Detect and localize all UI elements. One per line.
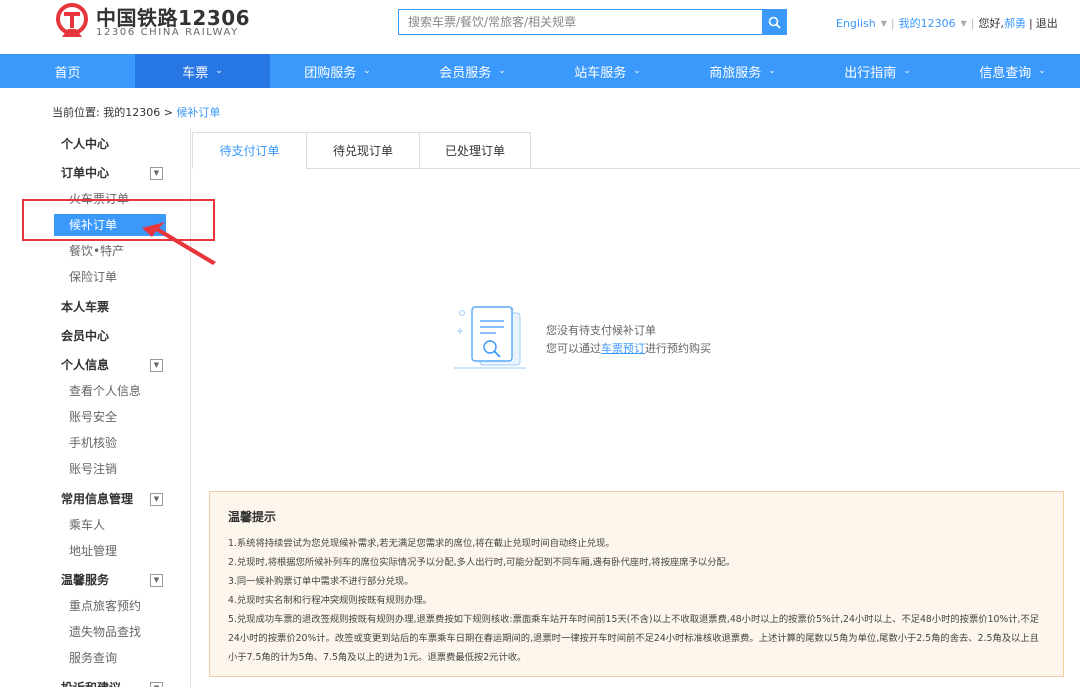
- sidebar-item-member-center[interactable]: 会员中心: [61, 325, 175, 347]
- tab-pending-payment[interactable]: 待支付订单: [192, 132, 306, 169]
- brand-name-en: 12306 CHINA RAILWAY: [96, 27, 239, 38]
- sidebar-item-phone-verify[interactable]: 手机核验: [69, 432, 183, 454]
- chevron-down-icon: ⌄: [768, 66, 776, 76]
- tip-item: 2.兑现时,将根据您所候补列车的席位实际情况予以分配,多人出行时,可能分配到不同…: [228, 557, 736, 568]
- greeting: 您好,: [978, 17, 1004, 30]
- tab-processed[interactable]: 已处理订单: [419, 132, 531, 169]
- nav-item-label: 信息查询: [979, 65, 1032, 81]
- nav-item-info[interactable]: 信息查询 ⌄: [945, 54, 1080, 88]
- nav-item-label: 商旅服务: [709, 65, 762, 81]
- annotation-arrow-icon: [142, 222, 216, 265]
- empty-text-suffix: 进行预约购买: [645, 342, 711, 355]
- tips-panel: 温馨提示 1.系统将持续尝试为您兑现候补需求,若无满足您需求的席位,将在截止兑现…: [209, 491, 1064, 677]
- divider: |: [890, 17, 895, 30]
- breadcrumb-parent[interactable]: 我的12306: [103, 106, 160, 119]
- sidebar-item-account-cancel[interactable]: 账号注销: [69, 458, 183, 480]
- nav-item-label: 出行指南: [844, 65, 897, 81]
- tab-divider: [531, 168, 1080, 169]
- empty-document-icon: [454, 306, 526, 369]
- collapse-toggle-common[interactable]: ▼: [150, 493, 163, 506]
- logout-link[interactable]: 退出: [1036, 17, 1058, 30]
- sidebar-item-my-tickets[interactable]: 本人车票: [61, 296, 175, 318]
- chevron-down-icon: ▼: [153, 361, 160, 369]
- nav-item-label: 团购服务: [304, 65, 357, 81]
- empty-message-line2: 您可以通过车票预订进行预约购买: [546, 340, 711, 358]
- order-tabs: 待支付订单 待兑现订单 已处理订单: [192, 132, 531, 169]
- chevron-down-icon: ⌄: [363, 66, 371, 76]
- chevron-down-icon: ▼: [153, 169, 160, 177]
- nav-item-label: 站车服务: [574, 65, 627, 81]
- collapse-toggle-order[interactable]: ▼: [150, 167, 163, 180]
- nav-item-business[interactable]: 商旅服务 ⌄: [675, 54, 810, 88]
- nav-item-guide[interactable]: 出行指南 ⌄: [810, 54, 945, 88]
- collapse-toggle-info[interactable]: ▼: [150, 359, 163, 372]
- chevron-down-icon: ⌄: [1038, 66, 1046, 76]
- collapse-toggle-complaint[interactable]: ▼: [150, 682, 163, 687]
- ticket-booking-link[interactable]: 车票预订: [601, 342, 645, 355]
- divider: |: [970, 17, 975, 30]
- empty-text-prefix: 您可以通过: [546, 342, 601, 355]
- nav-item-station[interactable]: 站车服务 ⌄: [540, 54, 675, 88]
- nav-item-home[interactable]: 首页: [0, 54, 135, 88]
- tip-item: 5.兑现成功车票的退改签规则按既有规则办理,退票费按如下规则核收:票面乘车站开车…: [228, 614, 1040, 663]
- tab-pending-fulfill[interactable]: 待兑现订单: [306, 132, 419, 169]
- header: 中国铁路12306 12306 CHINA RAILWAY English▼|我…: [0, 0, 1080, 54]
- railway-logo-icon[interactable]: [54, 3, 90, 39]
- top-links: English ▼ | 我的12306 ▼ | 您好,郝勇 | 退出: [836, 15, 1058, 31]
- sidebar-item-insurance-orders[interactable]: 保险订单: [69, 266, 183, 288]
- sidebar-item-account-security[interactable]: 账号安全: [69, 406, 183, 428]
- divider: |: [1028, 17, 1033, 30]
- sidebar-item-passengers[interactable]: 乘车人: [69, 514, 183, 536]
- nav-item-member[interactable]: 会员服务 ⌄: [405, 54, 540, 88]
- search-box: [398, 9, 762, 35]
- sidebar-item-service-query[interactable]: 服务查询: [69, 647, 183, 669]
- breadcrumb: 当前位置: 我的12306 > 候补订单: [52, 104, 220, 120]
- chevron-down-icon: ▼: [960, 19, 967, 28]
- breadcrumb-current: 候补订单: [176, 106, 221, 119]
- username-link[interactable]: 郝勇: [1004, 17, 1026, 30]
- chevron-down-icon: ▼: [153, 576, 160, 584]
- nav-item-label: 车票: [182, 65, 209, 81]
- nav-item-label: 首页: [54, 65, 81, 81]
- my12306-link[interactable]: 我的12306: [899, 17, 956, 30]
- sidebar-item-priority-booking[interactable]: 重点旅客预约: [69, 595, 183, 617]
- tip-item: 1.系统将持续尝试为您兑现候补需求,若无满足您需求的席位,将在截止兑现时间自动终…: [228, 538, 615, 549]
- sidebar-item-personal-center[interactable]: 个人中心: [61, 133, 175, 155]
- chevron-down-icon: ▼: [880, 19, 887, 28]
- tip-item: 3.同一候补购票订单中需求不进行部分兑现。: [228, 576, 414, 587]
- empty-message-line1: 您没有待支付候补订单: [546, 324, 656, 337]
- chevron-down-icon: ⌄: [633, 66, 641, 76]
- sidebar-item-addresses[interactable]: 地址管理: [69, 540, 183, 562]
- tips-title: 温馨提示: [228, 510, 277, 524]
- main-nav: 首页 车票 ⌄ 团购服务 ⌄ 会员服务 ⌄ 站车服务 ⌄ 商旅服务 ⌄ 出行指南 ⌄ 信息查…: [0, 54, 1080, 88]
- nav-item-group-buy[interactable]: 团购服务 ⌄: [270, 54, 405, 88]
- collapse-toggle-service[interactable]: ▼: [150, 574, 163, 587]
- chevron-down-icon: ⌄: [903, 66, 911, 76]
- search-icon: [768, 16, 781, 29]
- breadcrumb-prefix: 当前位置:: [52, 106, 100, 119]
- sidebar-item-lost-items[interactable]: 遗失物品查找: [69, 621, 183, 643]
- nav-item-tickets[interactable]: 车票 ⌄: [135, 54, 270, 88]
- tip-item: 4.兑现时实名制和行程冲突规则按既有规则办理。: [228, 595, 433, 606]
- search-input[interactable]: [399, 10, 762, 34]
- chevron-down-icon: ⌄: [498, 66, 506, 76]
- sidebar-item-view-info[interactable]: 查看个人信息: [69, 380, 183, 402]
- language-switch[interactable]: English: [836, 17, 876, 30]
- empty-message: 您没有待支付候补订单 您可以通过车票预订进行预约购买: [546, 322, 711, 358]
- breadcrumb-separator: >: [163, 106, 173, 119]
- nav-item-label: 会员服务: [439, 65, 492, 81]
- chevron-down-icon: ▼: [153, 495, 160, 503]
- chevron-down-icon: ⌄: [215, 66, 223, 76]
- search-button[interactable]: [762, 9, 787, 35]
